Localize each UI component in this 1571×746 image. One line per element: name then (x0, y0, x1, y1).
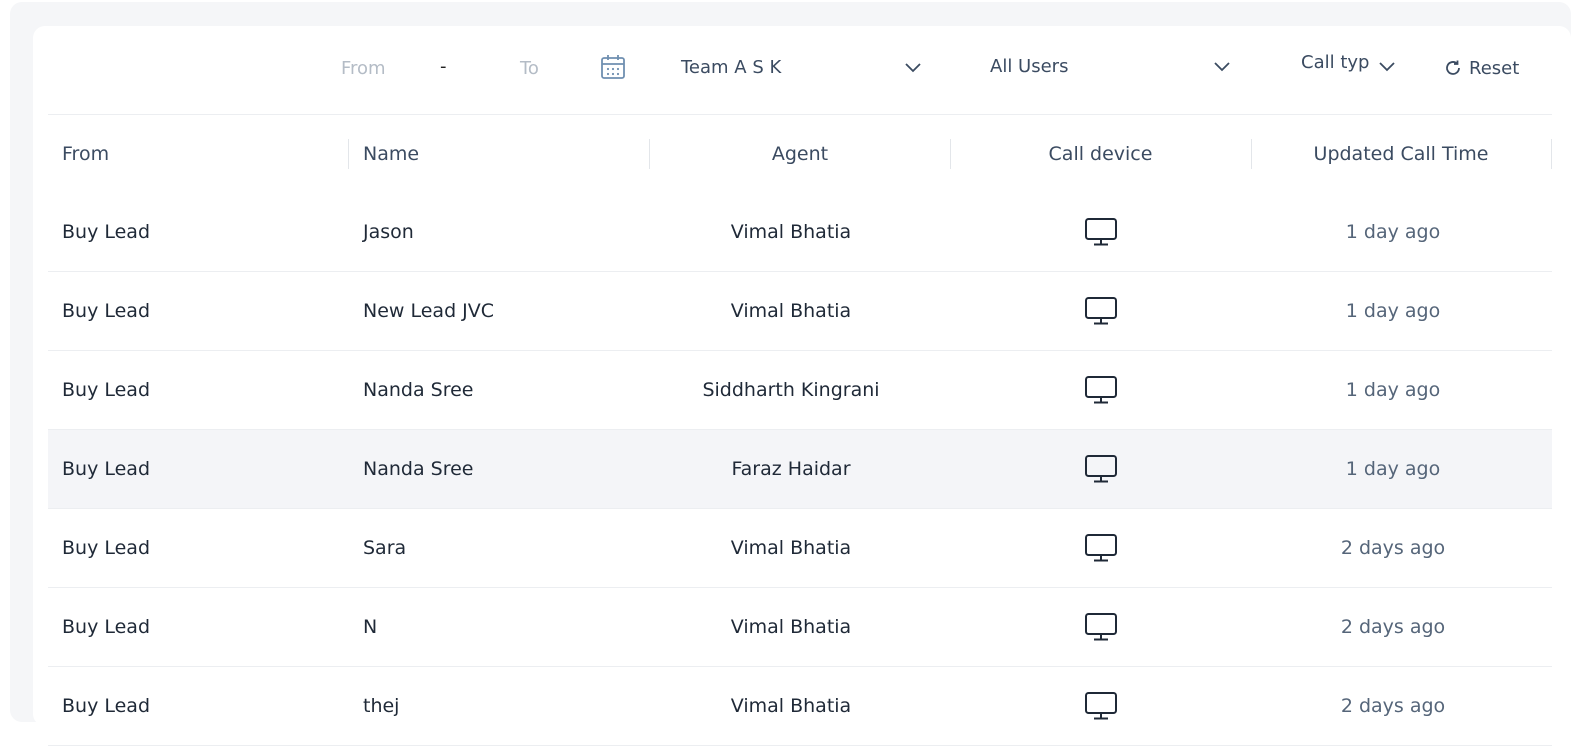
cell-agent: Vimal Bhatia (730, 537, 852, 559)
users-chevron-down-icon[interactable] (1213, 61, 1231, 73)
cell-name[interactable]: Sara (363, 509, 406, 587)
table-row[interactable]: Buy Lead thej Vimal Bhatia 2 days ago (48, 667, 1552, 746)
cell-name[interactable]: Nanda Sree (363, 430, 473, 508)
cell-name[interactable]: thej (363, 667, 399, 745)
cell-call-device (950, 193, 1251, 271)
to-date-input[interactable]: To (520, 58, 539, 79)
column-header-call-device[interactable]: Call device (950, 115, 1251, 193)
cell-from: Buy Lead (62, 537, 151, 559)
cell-from: Buy Lead (62, 300, 151, 322)
team-chevron-down-icon[interactable] (904, 62, 922, 74)
table-row[interactable]: Buy Lead New Lead JVC Vimal Bhatia 1 day ag… (48, 272, 1552, 351)
cell-agent: Vimal Bhatia (730, 616, 852, 638)
column-header-updated-call-time[interactable]: Updated Call Time (1251, 115, 1551, 193)
column-divider (348, 139, 349, 169)
cell-name[interactable]: N (363, 588, 377, 666)
table-header: From Name Agent Call device Updated Call… (48, 115, 1552, 193)
desktop-icon (1084, 455, 1117, 483)
table-row[interactable]: Buy Lead Nanda Sree Siddharth Kingrani 1 da… (48, 351, 1552, 430)
cell-name[interactable]: New Lead JVC (363, 272, 494, 350)
table-row[interactable]: Buy Lead N Vimal Bhatia 2 days ago (48, 588, 1552, 667)
cell-updated-call-time: 2 days ago (1340, 695, 1446, 717)
column-header-name[interactable]: Name (363, 115, 643, 193)
call-log-table: From Name Agent Call device Updated Call… (48, 114, 1552, 746)
calendar-icon[interactable] (600, 54, 626, 80)
cell-agent: Vimal Bhatia (730, 300, 852, 322)
desktop-icon (1084, 613, 1117, 641)
cell-agent: Vimal Bhatia (730, 695, 852, 717)
desktop-icon (1084, 376, 1117, 404)
cell-from: Buy Lead (62, 379, 151, 401)
users-select[interactable]: All Users (990, 56, 1068, 77)
reset-label: Reset (1469, 57, 1520, 79)
column-header-from[interactable]: From (62, 115, 342, 193)
cell-call-device (950, 351, 1251, 429)
call-type-select[interactable]: Call type (1301, 52, 1369, 73)
cell-updated-call-time: 2 days ago (1340, 537, 1446, 559)
desktop-icon (1084, 534, 1117, 562)
filter-toolbar: From - To Team A S K All Users Call type (33, 26, 1571, 114)
desktop-icon (1084, 692, 1117, 720)
column-divider (1551, 139, 1552, 169)
refresh-icon (1446, 60, 1460, 75)
cell-call-device (950, 430, 1251, 508)
call-type-chevron-down-icon[interactable] (1378, 61, 1396, 73)
table-body: Buy Lead Jason Vimal Bhatia 1 day ago Buy Le… (48, 193, 1552, 746)
cell-agent: Faraz Haidar (731, 458, 851, 480)
cell-updated-call-time: 2 days ago (1340, 616, 1446, 638)
reset-button[interactable]: Reset (1443, 56, 1519, 80)
desktop-icon (1084, 218, 1117, 246)
cell-call-device (950, 588, 1251, 666)
cell-from: Buy Lead (62, 458, 151, 480)
call-log-card: From - To Team A S K All Users Call type (33, 26, 1571, 746)
cell-updated-call-time: 1 day ago (1345, 221, 1441, 243)
cell-agent: Vimal Bhatia (730, 221, 852, 243)
cell-call-device (950, 272, 1251, 350)
cell-from: Buy Lead (62, 695, 151, 717)
cell-updated-call-time: 1 day ago (1345, 458, 1441, 480)
cell-agent: Siddharth Kingrani (702, 379, 880, 401)
cell-call-device (950, 667, 1251, 745)
cell-from: Buy Lead (62, 616, 151, 638)
desktop-icon (1084, 297, 1117, 325)
table-row[interactable]: Buy Lead Sara Vimal Bhatia 2 days ago (48, 509, 1552, 588)
table-row[interactable]: Buy Lead Jason Vimal Bhatia 1 day ago (48, 193, 1552, 272)
from-date-input[interactable]: From (341, 58, 386, 79)
team-select[interactable]: Team A S K (681, 57, 781, 78)
table-row[interactable]: Buy Lead Nanda Sree Faraz Haidar 1 day ago (48, 430, 1552, 509)
cell-call-device (950, 509, 1251, 587)
cell-from: Buy Lead (62, 221, 151, 243)
cell-name[interactable]: Nanda Sree (363, 351, 473, 429)
cell-updated-call-time: 1 day ago (1345, 379, 1441, 401)
cell-updated-call-time: 1 day ago (1345, 300, 1441, 322)
date-range-separator: - (440, 56, 447, 77)
cell-name[interactable]: Jason (363, 193, 414, 271)
column-header-agent[interactable]: Agent (650, 115, 950, 193)
